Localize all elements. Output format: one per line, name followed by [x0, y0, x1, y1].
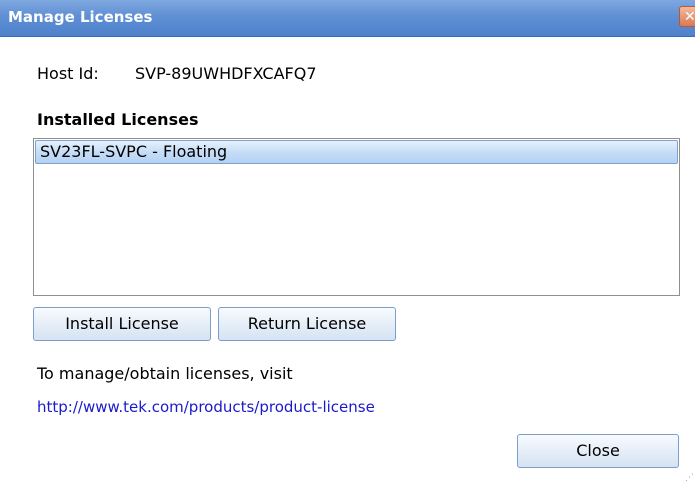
close-button[interactable]: Close — [517, 434, 679, 468]
manage-licenses-info: To manage/obtain licenses, visit — [37, 364, 293, 383]
installed-licenses-title: Installed Licenses — [37, 110, 199, 129]
return-license-button[interactable]: Return License — [218, 307, 396, 341]
license-link[interactable]: http://www.tek.com/products/product-lice… — [37, 398, 375, 416]
window-title: Manage Licenses — [8, 8, 153, 26]
install-license-button[interactable]: Install License — [33, 307, 211, 341]
resize-grip-icon[interactable]: ⋰ — [685, 474, 694, 483]
manage-licenses-dialog: Manage Licenses ✕ Host Id: SVP-89UWHDFXCA… — [0, 0, 695, 484]
license-list-item[interactable]: SV23FL-SVPC - Floating — [35, 140, 678, 164]
installed-licenses-list[interactable]: SV23FL-SVPC - Floating — [33, 138, 680, 296]
title-bar[interactable]: Manage Licenses ✕ — [0, 0, 695, 37]
host-id-label: Host Id: — [37, 64, 99, 83]
close-icon[interactable]: ✕ — [679, 6, 695, 27]
host-id-value: SVP-89UWHDFXCAFQ7 — [135, 64, 317, 83]
host-id-row: Host Id: SVP-89UWHDFXCAFQ7 — [37, 64, 317, 83]
